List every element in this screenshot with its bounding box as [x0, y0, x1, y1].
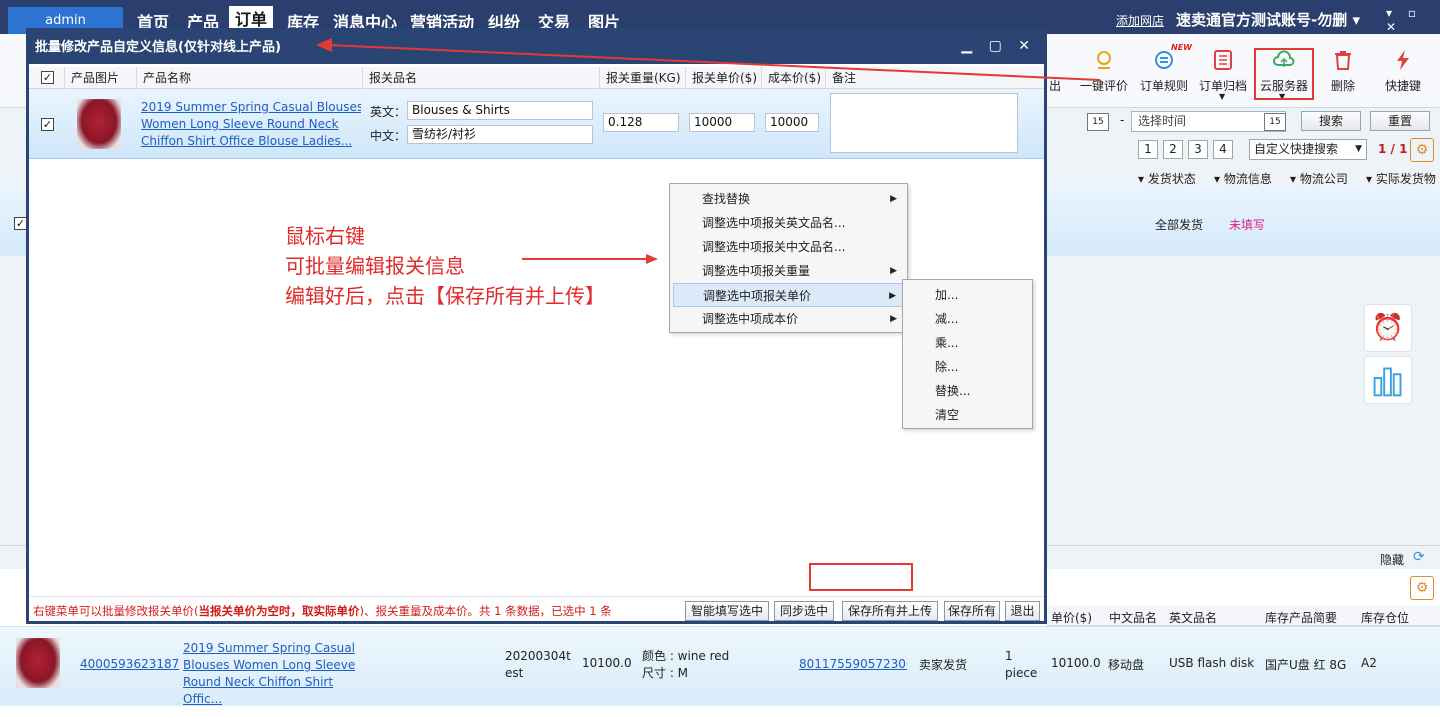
menu-adjust-en-name-label: 调整选中项报关英文品名...	[702, 216, 846, 230]
submenu-arrow-icon: ▶	[890, 314, 897, 324]
menu-find-replace-label: 查找替换	[702, 192, 751, 206]
menu-adjust-cn-name[interactable]: 调整选中项报关中文品名...	[670, 235, 907, 259]
menu-adjust-weight-label: 调整选中项报关重量	[702, 264, 811, 278]
menu-adjust-cost[interactable]: 调整选中项成本价 ▶	[670, 307, 907, 331]
menu-adjust-price-label: 调整选中项报关单价	[703, 289, 812, 303]
price-submenu: 加... 减... 乘... 除... 替换... 清空	[902, 279, 1033, 429]
menu-adjust-cn-name-label: 调整选中项报关中文品名...	[702, 240, 846, 254]
submenu-subtract[interactable]: 减...	[903, 307, 1032, 331]
menu-adjust-price[interactable]: 调整选中项报关单价 ▶	[673, 283, 904, 307]
submenu-arrow-icon: ▶	[890, 194, 897, 204]
submenu-arrow-icon: ▶	[889, 291, 896, 301]
annotation-arrows	[316, 38, 1101, 264]
annotation-line-1: 鼠标右键	[285, 224, 365, 248]
submenu-multiply[interactable]: 乘...	[903, 331, 1032, 355]
submenu-divide[interactable]: 除...	[903, 355, 1032, 379]
menu-adjust-en-name[interactable]: 调整选中项报关英文品名...	[670, 211, 907, 235]
title-arrow	[327, 44, 1101, 81]
submenu-add[interactable]: 加...	[903, 283, 1032, 307]
menu-arrow-head	[646, 254, 658, 264]
submenu-arrow-icon: ▶	[890, 266, 897, 276]
menu-adjust-weight[interactable]: 调整选中项报关重量 ▶	[670, 259, 907, 283]
annotation-line-3: 编辑好后，点击【保存所有并上传】	[285, 284, 605, 308]
context-menu: 查找替换 ▶ 调整选中项报关英文品名... 调整选中项报关中文品名... 调整选中…	[669, 183, 908, 333]
title-arrow-head	[316, 38, 332, 52]
submenu-replace[interactable]: 替换...	[903, 379, 1032, 403]
submenu-clear[interactable]: 清空	[903, 403, 1032, 427]
menu-find-replace[interactable]: 查找替换 ▶	[670, 187, 907, 211]
annotation-line-2: 可批量编辑报关信息	[285, 254, 465, 278]
menu-adjust-cost-label: 调整选中项成本价	[702, 312, 799, 326]
